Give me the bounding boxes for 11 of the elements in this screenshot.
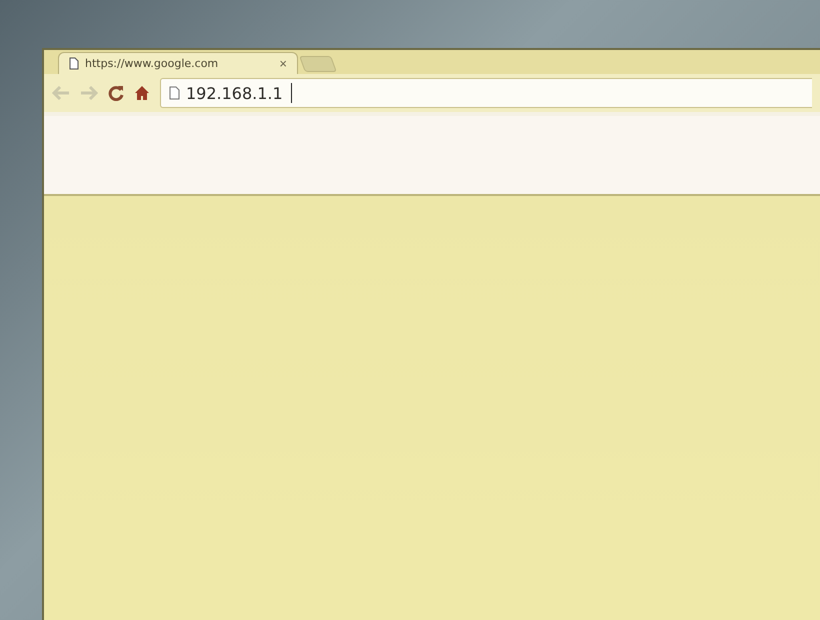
page-icon bbox=[69, 57, 79, 70]
address-text: 192.168.1.1 bbox=[186, 84, 283, 102]
page-icon bbox=[169, 86, 180, 100]
text-cursor bbox=[290, 83, 292, 103]
close-button[interactable]: × bbox=[279, 56, 287, 71]
reload-button[interactable] bbox=[108, 85, 124, 101]
browser-tab[interactable]: https://www.google.com × bbox=[58, 52, 298, 74]
tab-title: https://www.google.com bbox=[85, 57, 218, 70]
address-field[interactable]: 192.168.1.1 bbox=[160, 78, 812, 108]
home-button[interactable] bbox=[134, 85, 150, 101]
new-tab-button[interactable] bbox=[299, 56, 337, 72]
